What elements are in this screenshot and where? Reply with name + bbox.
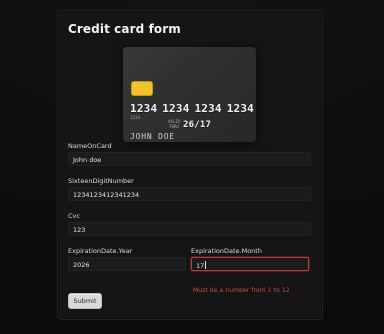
text-caret bbox=[205, 261, 207, 269]
cvc-label: Cvc bbox=[68, 212, 80, 220]
card-number-group-3: 1234 bbox=[194, 102, 222, 115]
card-number-group-2: 1234 bbox=[162, 102, 190, 115]
name-on-card-field[interactable]: John doe bbox=[68, 152, 311, 166]
card-small-number: 1234 bbox=[130, 115, 141, 120]
card-valid-thru-label: VALID THRU bbox=[168, 119, 180, 129]
expiration-month-error: Must be a number from 1 to 12 bbox=[193, 287, 290, 294]
card-number-group-4: 1234 bbox=[226, 102, 254, 115]
card-holder-name: JOHN DOE bbox=[130, 132, 175, 141]
cvc-field[interactable]: 123 bbox=[68, 222, 311, 236]
card-valid-thru-text: VALID THRU bbox=[168, 119, 181, 129]
card-number: 1234 1234 1234 1234 bbox=[130, 102, 254, 115]
cvc-value: 123 bbox=[73, 226, 86, 234]
page: Credit card form 1234 1234 1234 1234 123… bbox=[0, 0, 384, 334]
page-title: Credit card form bbox=[68, 22, 181, 36]
expiration-year-value: 2026 bbox=[73, 261, 90, 269]
card-chip-icon bbox=[131, 81, 153, 96]
expiration-year-label: ExpirationDate.Year bbox=[68, 247, 133, 255]
sixteen-digit-number-field[interactable]: 1234123412341234 bbox=[68, 187, 311, 201]
sixteen-digit-number-value: 1234123412341234 bbox=[73, 191, 140, 199]
credit-card-preview: 1234 1234 1234 1234 1234 VALID THRU 26/1… bbox=[123, 47, 256, 142]
expiration-month-label: ExpirationDate.Month bbox=[191, 247, 262, 255]
name-on-card-label: NameOnCard bbox=[68, 142, 112, 150]
submit-button[interactable]: Submit bbox=[68, 293, 102, 309]
credit-card-form-panel: Credit card form 1234 1234 1234 1234 123… bbox=[57, 10, 323, 320]
expiration-year-field[interactable]: 2026 bbox=[68, 257, 186, 271]
name-on-card-value: John doe bbox=[73, 156, 102, 164]
expiration-month-field[interactable]: 17 bbox=[191, 257, 309, 271]
sixteen-digit-number-label: SixteenDigitNumber bbox=[68, 177, 134, 185]
card-number-group-1: 1234 bbox=[130, 102, 158, 115]
card-expiry: 26/17 bbox=[183, 120, 212, 130]
expiration-month-value: 17 bbox=[196, 262, 205, 270]
